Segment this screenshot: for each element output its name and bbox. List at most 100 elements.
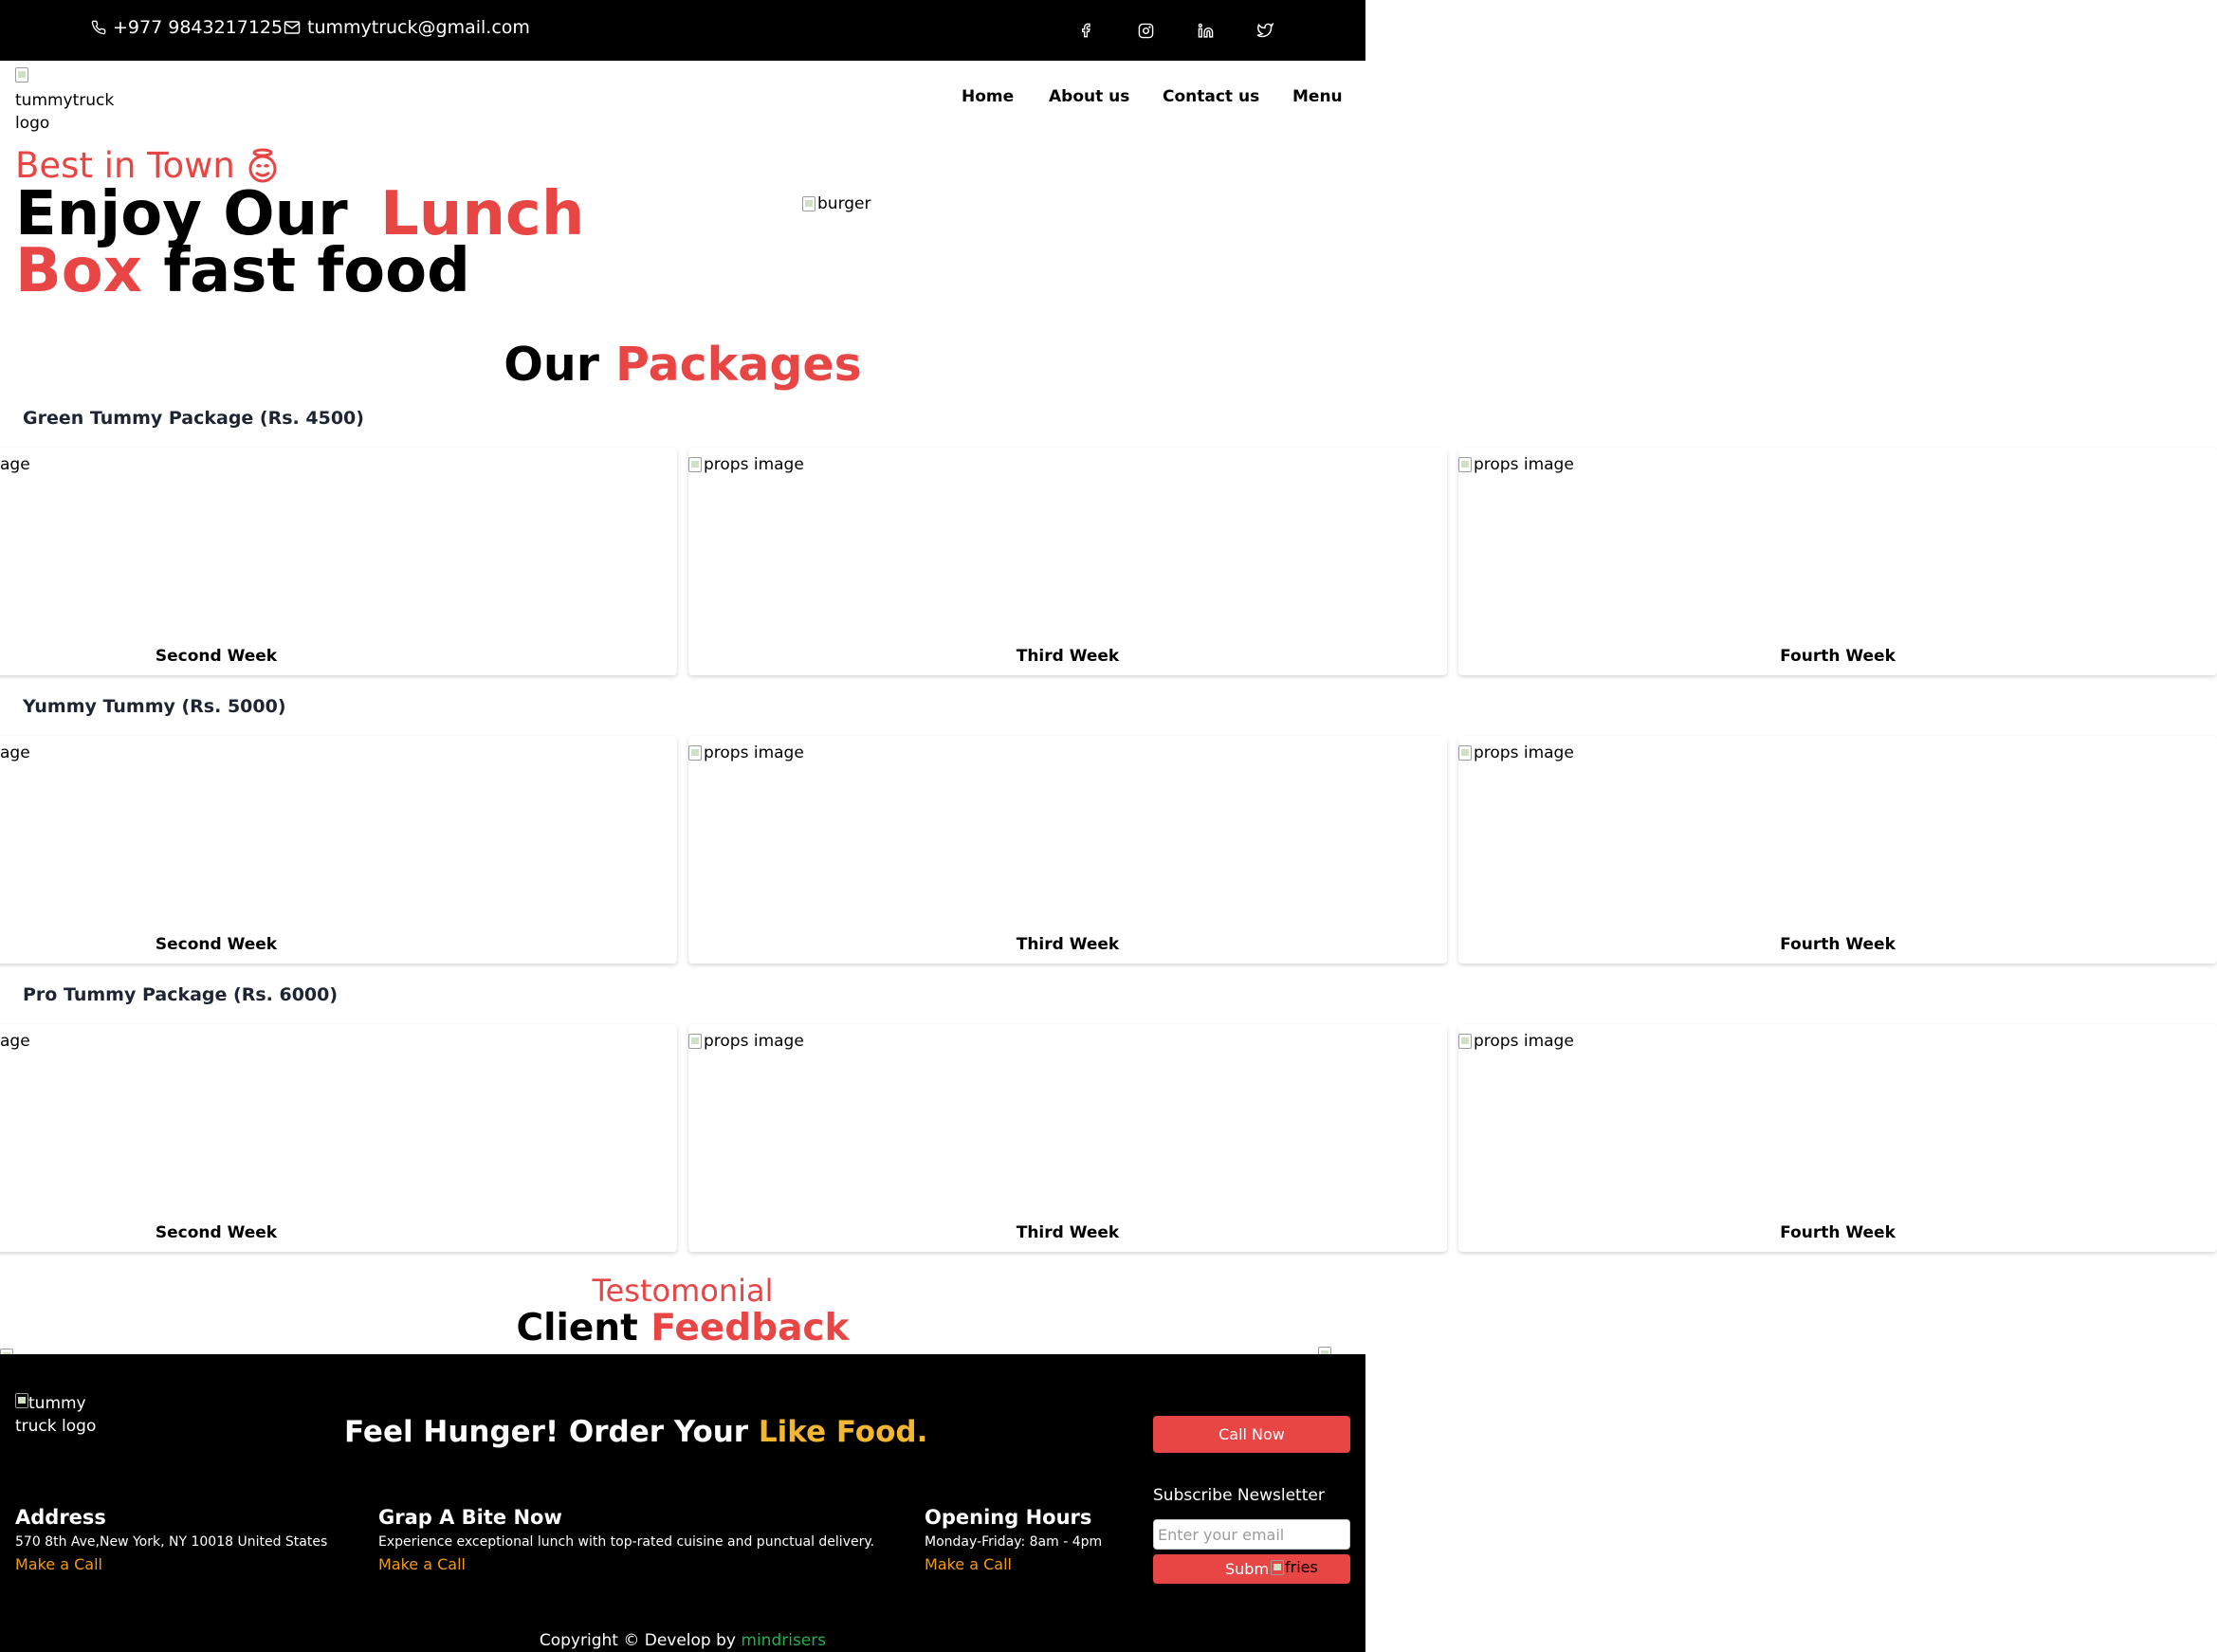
card-image-alt: props image: [704, 455, 804, 474]
card-image-alt: props image: [704, 743, 804, 762]
testimonial-subtitle: Testomonial: [592, 1273, 774, 1309]
card-image-alt: age: [0, 1032, 30, 1051]
facebook-link[interactable]: [1074, 19, 1097, 42]
nav-contact[interactable]: Contact us: [1163, 87, 1259, 106]
site-footer: tummy truck logo Feel Hunger! Order Your…: [0, 1354, 1365, 1652]
package-card[interactable]: props image Third Week: [688, 1024, 1447, 1252]
card-image: age: [0, 743, 30, 762]
hero-headline: Enjoy Our Lunch Box fast food: [15, 184, 584, 302]
testimonial-title-part: Client: [516, 1307, 638, 1349]
broken-image-icon: [688, 457, 702, 472]
phone-contact[interactable]: +977 9843217125: [91, 17, 283, 38]
copyright-text: Copyright © Develop by: [539, 1631, 736, 1650]
developer-link[interactable]: mindrisers: [741, 1631, 826, 1650]
instagram-icon: [1138, 23, 1153, 38]
opening-hours-text: Monday-Friday: 8am - 4pm: [925, 1534, 1103, 1550]
package-title-yummy: Yummy Tummy (Rs. 5000): [23, 696, 286, 717]
card-week-label: Second Week: [155, 1223, 278, 1242]
nav-about[interactable]: About us: [1049, 87, 1129, 106]
card-week-label: Fourth Week: [1780, 935, 1896, 954]
card-image: props image: [1458, 1032, 1574, 1051]
package-card[interactable]: props image Fourth Week: [1458, 1024, 2217, 1252]
call-now-button[interactable]: Call Now: [1153, 1416, 1350, 1453]
package-title-green: Green Tummy Package (Rs. 4500): [23, 408, 364, 429]
opening-hours-call-link[interactable]: Make a Call: [925, 1555, 1012, 1573]
grab-bite-text: Experience exceptional lunch with top-ra…: [378, 1534, 875, 1550]
email-contact[interactable]: tummytruck@gmail.com: [284, 17, 530, 38]
card-week-label: Fourth Week: [1780, 1223, 1896, 1242]
broken-image-icon: [15, 1393, 28, 1408]
broken-image-icon: [802, 196, 815, 211]
address-text: 570 8th Ave,New York, NY 10018 United St…: [15, 1534, 328, 1550]
package-card[interactable]: props image Fourth Week: [1458, 448, 2217, 675]
card-image-alt: props image: [1474, 455, 1574, 474]
footer-cta: Feel Hunger! Order Your Like Food.: [344, 1415, 927, 1449]
package-card[interactable]: props image Fourth Week: [1458, 736, 2217, 964]
card-week-label: Third Week: [1016, 1223, 1120, 1242]
package-title-pro: Pro Tummy Package (Rs. 6000): [23, 984, 339, 1005]
card-image: props image: [1458, 455, 1574, 474]
footer-logo[interactable]: tummy truck logo: [15, 1392, 110, 1438]
headline-part-2: fast food: [163, 236, 470, 306]
package-card[interactable]: age Second Week: [0, 736, 677, 964]
broken-image-icon: [688, 745, 702, 761]
broken-image-icon: [1458, 1034, 1472, 1049]
card-image: props image: [688, 743, 804, 762]
broken-image-icon: [15, 67, 28, 83]
cta-highlight: Like Food.: [758, 1415, 928, 1449]
burger-alt-text: burger: [817, 194, 871, 213]
card-week-label: Third Week: [1016, 935, 1120, 954]
copyright: Copyright © Develop by mindrisers: [0, 1631, 1365, 1650]
broken-image-icon: [1458, 745, 1472, 761]
broken-image-icon: [1458, 457, 1472, 472]
submit-label: Subm: [1225, 1560, 1270, 1578]
broken-image-icon: [688, 1034, 702, 1049]
card-image-alt: age: [0, 743, 30, 762]
card-image: props image: [1458, 743, 1574, 762]
address-heading: Address: [15, 1506, 106, 1529]
card-image: props image: [688, 455, 804, 474]
fries-image: fries: [1271, 1558, 1318, 1576]
broken-image-icon: [1271, 1559, 1284, 1575]
packages-title-highlight: Packages: [614, 338, 862, 392]
card-image-alt: props image: [1474, 1032, 1574, 1051]
package-card[interactable]: age Second Week: [0, 1024, 677, 1252]
headline-highlight-box: Box: [15, 236, 143, 306]
package-card[interactable]: props image Third Week: [688, 736, 1447, 964]
fries-alt: fries: [1285, 1558, 1318, 1576]
email-address: tummytruck@gmail.com: [307, 17, 530, 38]
card-week-label: Fourth Week: [1780, 647, 1896, 666]
opening-hours-heading: Opening Hours: [925, 1506, 1092, 1529]
address-call-link[interactable]: Make a Call: [15, 1555, 102, 1573]
card-week-label: Third Week: [1016, 647, 1120, 666]
card-image-alt: age: [0, 455, 30, 474]
linkedin-icon: [1198, 23, 1213, 38]
newsletter-submit-button[interactable]: Subm: [1153, 1554, 1350, 1584]
testimonial-heading: Client Feedback: [0, 1307, 1365, 1349]
site-logo[interactable]: tummytruck logo: [15, 66, 119, 135]
nav-home[interactable]: Home: [962, 87, 1014, 106]
package-card[interactable]: age Second Week: [0, 448, 677, 675]
cta-text: Feel Hunger! Order Your: [344, 1415, 749, 1449]
top-bar: +977 9843217125 tummytruck@gmail.com: [0, 0, 1365, 61]
card-image-alt: props image: [1474, 743, 1574, 762]
logo-alt-text: tummytruck logo: [15, 91, 115, 133]
packages-title-part: Our: [504, 338, 599, 392]
package-card[interactable]: props image Third Week: [688, 448, 1447, 675]
phone-icon: [91, 20, 106, 35]
newsletter-label: Subscribe Newsletter: [1153, 1486, 1325, 1505]
twitter-link[interactable]: [1254, 19, 1276, 42]
smiling-face-icon: [248, 148, 277, 182]
hero-burger-image: burger: [802, 194, 871, 213]
nav-menu[interactable]: Menu: [1292, 87, 1343, 106]
instagram-link[interactable]: [1134, 19, 1157, 42]
newsletter-email-input[interactable]: [1153, 1519, 1350, 1550]
facebook-icon: [1082, 23, 1090, 38]
grab-bite-heading: Grap A Bite Now: [378, 1506, 562, 1529]
grab-bite-call-link[interactable]: Make a Call: [378, 1555, 466, 1573]
card-week-label: Second Week: [155, 935, 278, 954]
card-image: props image: [688, 1032, 804, 1051]
card-week-label: Second Week: [155, 647, 278, 666]
packages-heading: Our Packages: [0, 338, 1365, 392]
linkedin-link[interactable]: [1194, 19, 1217, 42]
